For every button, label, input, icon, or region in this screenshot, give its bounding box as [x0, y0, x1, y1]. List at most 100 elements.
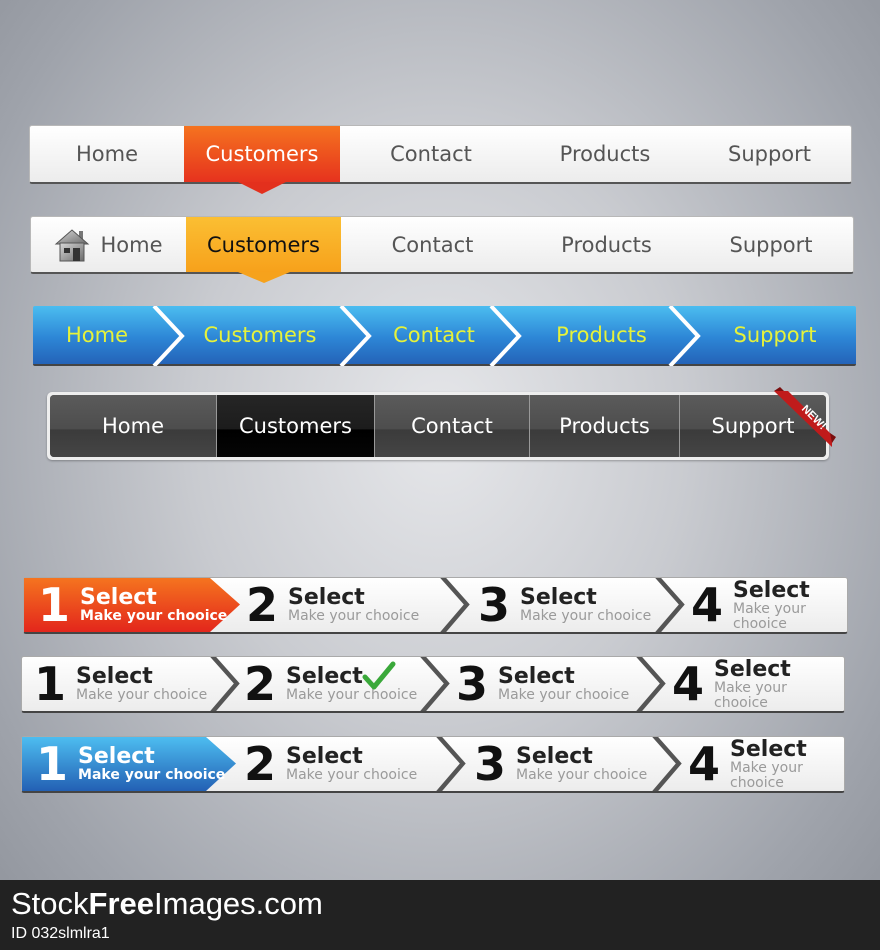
nav-item-customers[interactable]: Customers	[186, 217, 341, 283]
step-number: 4	[691, 578, 724, 632]
step-subtitle: Make your chooice	[714, 679, 787, 711]
nav-label: Products	[556, 323, 647, 347]
chevron-right-icon	[668, 306, 701, 366]
step-2[interactable]: 2 Select Make your chooice	[240, 578, 438, 632]
chevron-divider-icon	[652, 737, 682, 791]
checkmark-icon	[362, 661, 396, 690]
step-subtitle: Make your chooice	[733, 600, 806, 632]
step-3[interactable]: 3 Select Make your chooice	[434, 737, 650, 791]
step-4[interactable]: 4 Select Make your chooice	[634, 657, 844, 711]
nav-label: Support	[733, 323, 817, 347]
step-subtitle: Make your chooice	[498, 687, 630, 704]
step-title: Select	[730, 736, 807, 762]
chevron-divider-icon	[436, 737, 466, 791]
step-2[interactable]: 2 Select Make your chooice	[208, 657, 418, 711]
nav-label: Contact	[390, 142, 472, 166]
nav-bar-dark-frame: Home Customers Contact Products Support	[47, 392, 829, 460]
nav-label: Home	[75, 142, 138, 166]
nav-label: Home	[65, 323, 128, 347]
step-bar-blue: 1 Select Make your chooice 2 Select Make y…	[21, 736, 845, 793]
step-title: Select	[498, 664, 575, 690]
step-subtitle: Make your chooice	[286, 687, 418, 704]
step-number: 2	[244, 657, 277, 711]
step-title: Select	[516, 744, 593, 770]
chevron-right-icon	[489, 306, 522, 366]
nav-bar-dark: Home Customers Contact Products Support	[50, 395, 826, 457]
step-number: 3	[456, 657, 489, 711]
step-bar-orange: 1 Select Make your chooice 2 Select Make y…	[23, 577, 848, 634]
step-3[interactable]: 3 Select Make your chooice	[438, 578, 653, 632]
step-number: 2	[244, 737, 277, 791]
nav-item-customers[interactable]: Customers	[161, 306, 359, 364]
nav-item-contact[interactable]: Contact	[375, 395, 530, 457]
nav-bar-orange: Home Customers Contact Products Support	[29, 125, 852, 194]
nav-item-support[interactable]: Support	[688, 126, 851, 182]
nav-bar-blue-arrows: Home Customers Contact Products Support	[33, 306, 856, 366]
brand-part-bold: Free	[88, 886, 155, 921]
step-1[interactable]: 1 Select Make your chooice	[22, 737, 236, 791]
nav-item-home[interactable]: Home	[50, 395, 217, 457]
step-subtitle: Make your chooice	[730, 759, 803, 791]
step-number: 1	[36, 737, 69, 791]
step-subtitle: Make your chooice	[520, 608, 652, 625]
nav-label: Customers	[205, 142, 319, 166]
brand-part: Images.com	[154, 886, 323, 921]
step-1[interactable]: 1 Select Make your chooice	[22, 657, 208, 711]
nav-item-home[interactable]: Home	[33, 306, 161, 364]
nav-item-contact[interactable]: Contact	[359, 306, 509, 364]
nav-item-products[interactable]: Products	[530, 395, 680, 457]
step-1[interactable]: 1 Select Make your chooice	[24, 578, 240, 632]
nav-label: Contact	[411, 414, 493, 438]
step-title: Select	[520, 585, 597, 611]
step-2[interactable]: 2 Select Make your chooice	[236, 737, 434, 791]
nav-item-home[interactable]: Home	[31, 217, 186, 272]
step-subtitle: Make your chooice	[78, 767, 226, 784]
chevron-right-icon	[339, 306, 372, 366]
house-icon	[55, 228, 90, 261]
step-title: Select	[733, 577, 810, 603]
nav-item-home[interactable]: Home	[30, 126, 184, 182]
nav-label: Products	[559, 414, 650, 438]
nav-label: Support	[727, 142, 811, 166]
image-id: ID 032slmlra1	[11, 925, 110, 942]
step-subtitle: Make your chooice	[80, 608, 228, 625]
chevron-divider-icon	[655, 578, 685, 632]
step-title: Select	[286, 744, 363, 770]
nav-item-products[interactable]: Products	[524, 217, 689, 272]
nav-item-products[interactable]: Products	[522, 126, 688, 182]
step-number: 2	[246, 578, 279, 632]
step-4[interactable]: 4 Select Make your chooice	[653, 578, 847, 632]
step-title: Select	[78, 744, 155, 770]
nav-item-customers[interactable]: Customers	[184, 126, 340, 194]
nav-item-contact[interactable]: Contact	[340, 126, 522, 182]
step-subtitle: Make your chooice	[286, 767, 418, 784]
chevron-divider-icon	[420, 657, 450, 711]
step-number: 3	[478, 578, 511, 632]
chevron-divider-icon	[210, 657, 240, 711]
chevron-divider-icon	[636, 657, 666, 711]
step-subtitle: Make your chooice	[516, 767, 648, 784]
step-number: 1	[34, 657, 67, 711]
nav-item-customers[interactable]: Customers	[217, 395, 375, 457]
step-number: 4	[688, 737, 721, 791]
nav-item-support[interactable]: Support	[689, 217, 853, 272]
step-title: Select	[80, 585, 157, 611]
step-title: Select	[286, 664, 363, 690]
watermark-footer: StockFreeImages.com ID 032slmlra1	[0, 880, 880, 950]
nav-label: Customers	[203, 323, 317, 347]
step-title: Select	[714, 656, 791, 682]
nav-item-contact[interactable]: Contact	[341, 217, 524, 272]
step-number: 3	[474, 737, 507, 791]
nav-label: Customers	[207, 232, 320, 257]
nav-item-support[interactable]: Support	[694, 306, 856, 364]
step-4[interactable]: 4 Select Make your chooice	[650, 737, 844, 791]
step-3[interactable]: 3 Select Make your chooice	[418, 657, 634, 711]
brand-part: Stock	[11, 886, 89, 921]
chevron-divider-icon	[440, 578, 470, 632]
step-number: 4	[672, 657, 705, 711]
new-badge-ribbon: NEW!	[774, 387, 836, 447]
nav-label: Support	[729, 232, 813, 257]
nav-label: Customers	[239, 414, 352, 438]
step-subtitle: Make your chooice	[76, 687, 208, 704]
nav-label: Home	[101, 414, 164, 438]
